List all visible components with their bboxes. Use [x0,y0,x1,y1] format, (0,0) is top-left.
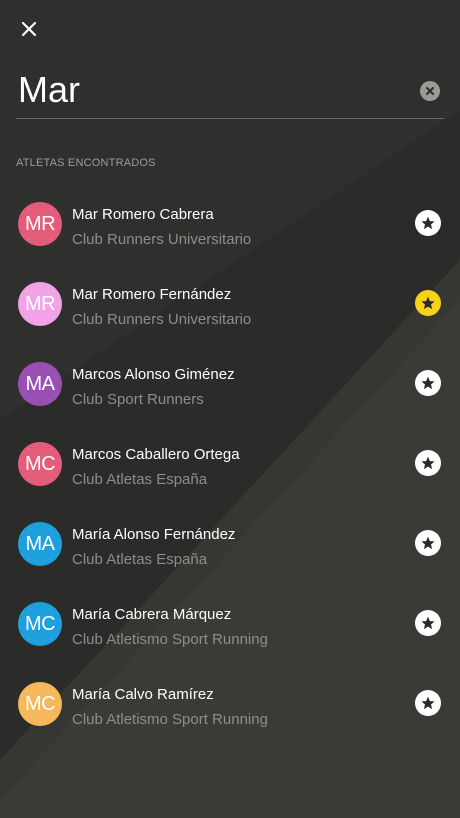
athlete-club: Club Sport Runners [72,391,204,408]
favorite-button[interactable] [415,370,441,396]
search-input[interactable] [18,68,398,112]
star-icon [421,456,435,470]
athlete-row[interactable]: MA Marcos Alonso Giménez Club Sport Runn… [0,345,460,425]
avatar: MC [18,682,62,726]
athlete-name: María Cabrera Márquez [72,606,232,623]
athlete-club: Club Atletas España [72,551,208,568]
star-icon [421,376,435,390]
favorite-button[interactable] [415,290,441,316]
avatar: MA [18,362,62,406]
close-button[interactable] [16,16,42,42]
athlete-row[interactable]: MC María Cabrera Márquez Club Atletismo … [0,585,460,665]
favorite-button[interactable] [415,690,441,716]
favorite-button[interactable] [415,210,441,236]
athlete-name: Mar Romero Fernández [72,286,232,303]
athlete-club: Club Runners Universitario [72,231,252,248]
star-icon [421,616,435,630]
clear-search-button[interactable] [420,81,440,101]
athlete-row[interactable]: MA María Alonso Fernández Club Atletas E… [0,505,460,585]
athlete-club: Club Atletismo Sport Running [72,631,268,648]
star-icon [421,216,435,230]
athlete-name: Marcos Alonso Giménez [72,366,235,383]
athlete-club: Club Runners Universitario [72,311,252,328]
athlete-name: María Alonso Fernández [72,526,236,543]
star-icon [421,696,435,710]
avatar: MC [18,602,62,646]
athlete-row[interactable]: MC María Calvo Ramírez Club Atletismo Sp… [0,665,460,745]
clear-icon [426,87,434,95]
avatar: MR [18,202,62,246]
athlete-name: Mar Romero Cabrera [72,206,214,223]
athlete-club: Club Atletas España [72,471,208,488]
search-athletes-screen: ATLETAS ENCONTRADOS MR Mar Romero Cabrer… [0,0,460,818]
star-icon [421,296,435,310]
athlete-club: Club Atletismo Sport Running [72,711,268,728]
favorite-button[interactable] [415,610,441,636]
avatar: MA [18,522,62,566]
avatar: MR [18,282,62,326]
star-icon [421,536,435,550]
avatar: MC [18,442,62,486]
athlete-row[interactable]: MR Mar Romero Fernández Club Runners Uni… [0,265,460,345]
athlete-name: María Calvo Ramírez [72,686,214,703]
athlete-row[interactable]: MR Mar Romero Cabrera Club Runners Unive… [0,185,460,265]
search-bar [16,66,444,119]
athlete-row[interactable]: MC Marcos Caballero Ortega Club Atletas … [0,425,460,505]
favorite-button[interactable] [415,530,441,556]
athlete-list: MR Mar Romero Cabrera Club Runners Unive… [0,185,460,745]
favorite-button[interactable] [415,450,441,476]
close-icon [21,21,37,37]
athlete-name: Marcos Caballero Ortega [72,446,240,463]
section-label: ATLETAS ENCONTRADOS [16,157,156,169]
